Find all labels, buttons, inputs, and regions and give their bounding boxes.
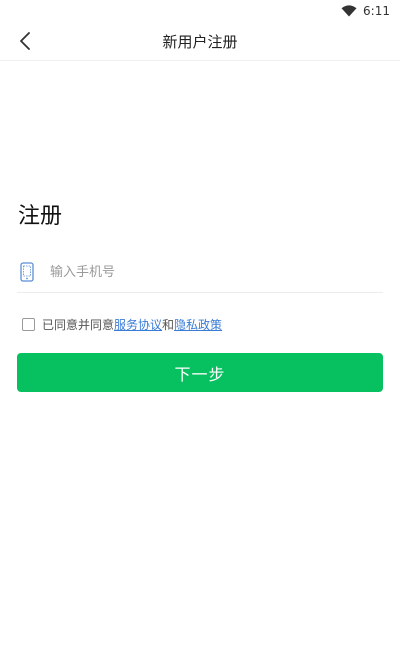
phone-icon: [20, 262, 34, 282]
nav-bar: 新用户注册: [0, 22, 400, 61]
chevron-left-icon: [20, 32, 30, 50]
page-title: 新用户注册: [162, 32, 238, 51]
privacy-policy-link[interactable]: 隐私政策: [174, 316, 222, 333]
register-heading: 注册: [18, 204, 63, 229]
status-bar: 6:11: [0, 0, 400, 22]
agreement-conjunction: 和: [162, 318, 175, 332]
status-time: 6:11: [363, 4, 390, 18]
next-button[interactable]: 下一步: [17, 353, 383, 392]
agreement-prefix: 已同意并同意: [42, 318, 115, 332]
agree-checkbox[interactable]: [22, 318, 35, 331]
service-agreement-link[interactable]: 服务协议: [114, 316, 162, 333]
back-button[interactable]: [14, 30, 36, 52]
phone-field-row: [17, 252, 383, 293]
agreement-row: 已同意并同意 服务协议 和 隐私政策: [22, 316, 222, 333]
wifi-icon: [341, 5, 357, 17]
phone-input[interactable]: [48, 263, 383, 281]
